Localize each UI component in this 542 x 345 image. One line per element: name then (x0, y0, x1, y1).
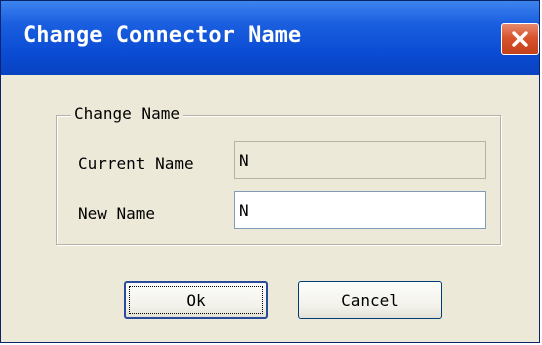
ok-button-label: Ok (186, 290, 206, 310)
new-name-field[interactable] (234, 191, 486, 229)
change-connector-name-dialog: Change Connector Name Change Name Curren… (0, 0, 540, 343)
close-icon (512, 31, 528, 47)
current-name-field[interactable] (234, 141, 486, 179)
current-name-label: Current Name (78, 154, 194, 173)
title-bar[interactable]: Change Connector Name (1, 1, 539, 75)
groupbox-legend: Change Name (71, 104, 183, 123)
close-button[interactable] (501, 23, 539, 55)
cancel-button-label: Cancel (341, 290, 399, 310)
cancel-button[interactable]: Cancel (298, 281, 442, 319)
new-name-label: New Name (78, 204, 156, 223)
dialog-body: Change Name Current Name New Name Ok Can… (1, 75, 539, 342)
window-title: Change Connector Name (23, 23, 302, 48)
ok-button[interactable]: Ok (124, 281, 268, 319)
